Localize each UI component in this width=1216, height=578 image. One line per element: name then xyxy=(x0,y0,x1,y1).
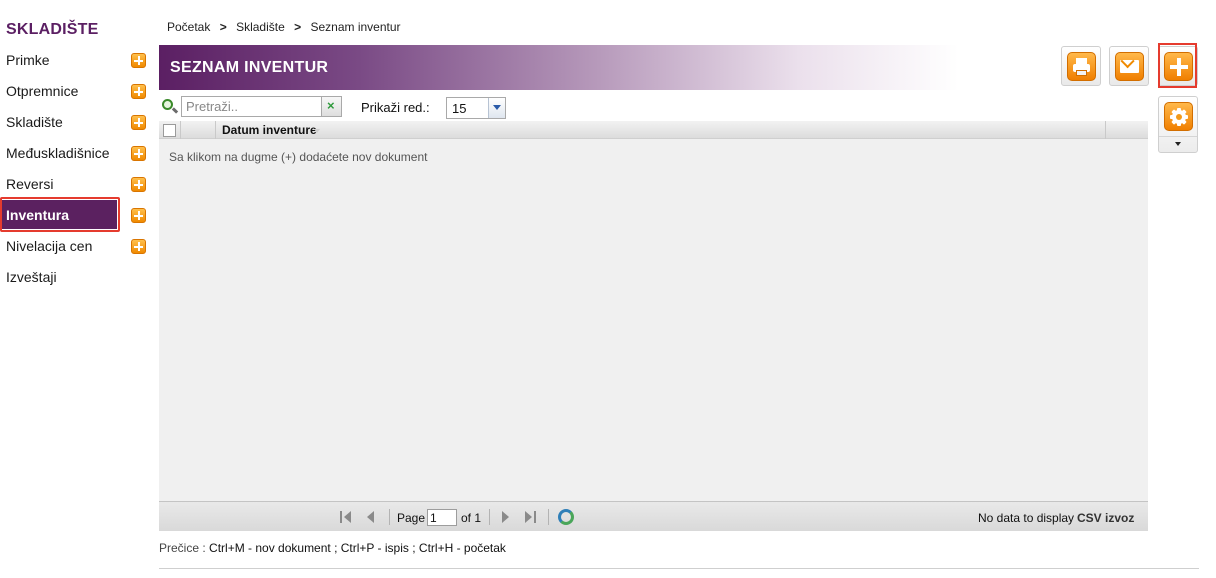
gear-icon xyxy=(1164,102,1193,131)
sidebar-item-primke[interactable]: Primke xyxy=(0,45,152,76)
sidebar-item-label: Primke xyxy=(6,52,50,68)
breadcrumb-separator: > xyxy=(294,20,302,34)
add-nivelacija-icon[interactable] xyxy=(131,239,146,254)
next-page-icon[interactable] xyxy=(499,511,511,523)
sidebar-item-skladiste[interactable]: Skladište xyxy=(0,107,152,138)
breadcrumb: Početak > Skladište > Seznam inventur xyxy=(167,20,401,34)
add-otpremnice-icon[interactable] xyxy=(131,84,146,99)
sidebar-item-label: Izveštaji xyxy=(6,269,57,285)
page-count-label: of 1 xyxy=(461,511,482,525)
add-primke-icon[interactable] xyxy=(131,53,146,68)
page-size-label: Prikaži red.: xyxy=(361,100,430,115)
sidebar-item-label: Nivelacija cen xyxy=(6,238,93,254)
footer-divider xyxy=(159,568,1199,569)
clear-icon: × xyxy=(327,98,335,113)
column-header-datum-inventure[interactable]: Datum inventure xyxy=(222,123,317,137)
page-title: SEZNAM INVENTUR xyxy=(170,59,329,76)
keyboard-shortcuts: Prečice : Ctrl+M - nov dokument ; Ctrl+P… xyxy=(159,541,506,555)
print-icon xyxy=(1067,52,1096,81)
sidebar-item-label: Međuskladišnice xyxy=(6,145,110,161)
pager-status: No data to display xyxy=(978,511,1075,525)
shortcut-new: Ctrl+M - nov dokument ; xyxy=(209,541,338,555)
select-all-checkbox[interactable] xyxy=(163,124,176,137)
email-button[interactable] xyxy=(1109,46,1149,86)
page-size-select[interactable]: 15 xyxy=(446,97,506,119)
sidebar-item-meduskladisnice[interactable]: Međuskladišnice xyxy=(0,138,152,169)
add-inventura-icon[interactable] xyxy=(131,208,146,223)
search-icon xyxy=(160,97,180,117)
breadcrumb-home[interactable]: Početak xyxy=(167,20,210,34)
grid-header: Datum inventure xyxy=(159,121,1148,139)
add-reversi-icon[interactable] xyxy=(131,177,146,192)
print-button[interactable] xyxy=(1061,46,1101,86)
sidebar-item-otpremnice[interactable]: Otpremnice xyxy=(0,76,152,107)
add-meduskladisnice-icon[interactable] xyxy=(131,146,146,161)
search-input[interactable] xyxy=(181,96,322,117)
last-page-icon[interactable] xyxy=(524,511,536,523)
refresh-icon[interactable] xyxy=(558,509,574,525)
sidebar-item-label: Inventura xyxy=(6,207,70,223)
page-size-value: 15 xyxy=(452,101,467,116)
sidebar-item-nivelacija-cen[interactable]: Nivelacija cen xyxy=(0,231,152,262)
first-page-icon[interactable] xyxy=(340,511,352,523)
clear-search-button[interactable]: × xyxy=(321,96,342,117)
sidebar-item-izvestaji[interactable]: Izveštaji xyxy=(0,262,152,293)
inventory-grid: Datum inventure Sa klikom na dugme (+) d… xyxy=(159,121,1148,531)
add-button-highlight xyxy=(1158,43,1197,88)
sidebar: SKLADIŠTE Primke Otpremnice Skladište Me… xyxy=(0,0,152,578)
csv-export-link[interactable]: CSV izvoz xyxy=(1077,511,1134,525)
title-banner: SEZNAM INVENTUR xyxy=(159,45,959,90)
sort-icon xyxy=(314,129,320,133)
add-skladiste-icon[interactable] xyxy=(131,115,146,130)
settings-dropdown-button[interactable] xyxy=(1158,96,1198,153)
mail-icon xyxy=(1115,52,1144,81)
page-label: Page xyxy=(397,511,426,525)
sidebar-item-label: Otpremnice xyxy=(6,83,79,99)
shortcut-print: Ctrl+P - ispis ; xyxy=(340,541,416,555)
shortcut-home: Ctrl+H - početak xyxy=(418,541,506,555)
grid-empty-message: Sa klikom na dugme (+) dodaćete nov doku… xyxy=(169,150,428,164)
caret-down-icon xyxy=(1175,142,1181,146)
sidebar-item-label: Skladište xyxy=(6,114,63,130)
breadcrumb-skladiste[interactable]: Skladište xyxy=(236,20,285,34)
shortcuts-label: Prečice : xyxy=(159,541,206,555)
prev-page-icon[interactable] xyxy=(365,511,377,523)
chevron-down-icon[interactable] xyxy=(488,98,505,118)
sidebar-item-label: Reversi xyxy=(6,176,54,192)
breadcrumb-current: Seznam inventur xyxy=(310,20,401,34)
breadcrumb-separator: > xyxy=(219,20,227,34)
sidebar-item-reversi[interactable]: Reversi xyxy=(0,169,152,200)
grid-pager: Page of 1 No data to display CSV izvoz xyxy=(159,501,1148,531)
page-number-input[interactable] xyxy=(427,509,457,526)
sidebar-title: SKLADIŠTE xyxy=(6,21,99,38)
sidebar-item-inventura[interactable]: Inventura xyxy=(0,197,152,232)
